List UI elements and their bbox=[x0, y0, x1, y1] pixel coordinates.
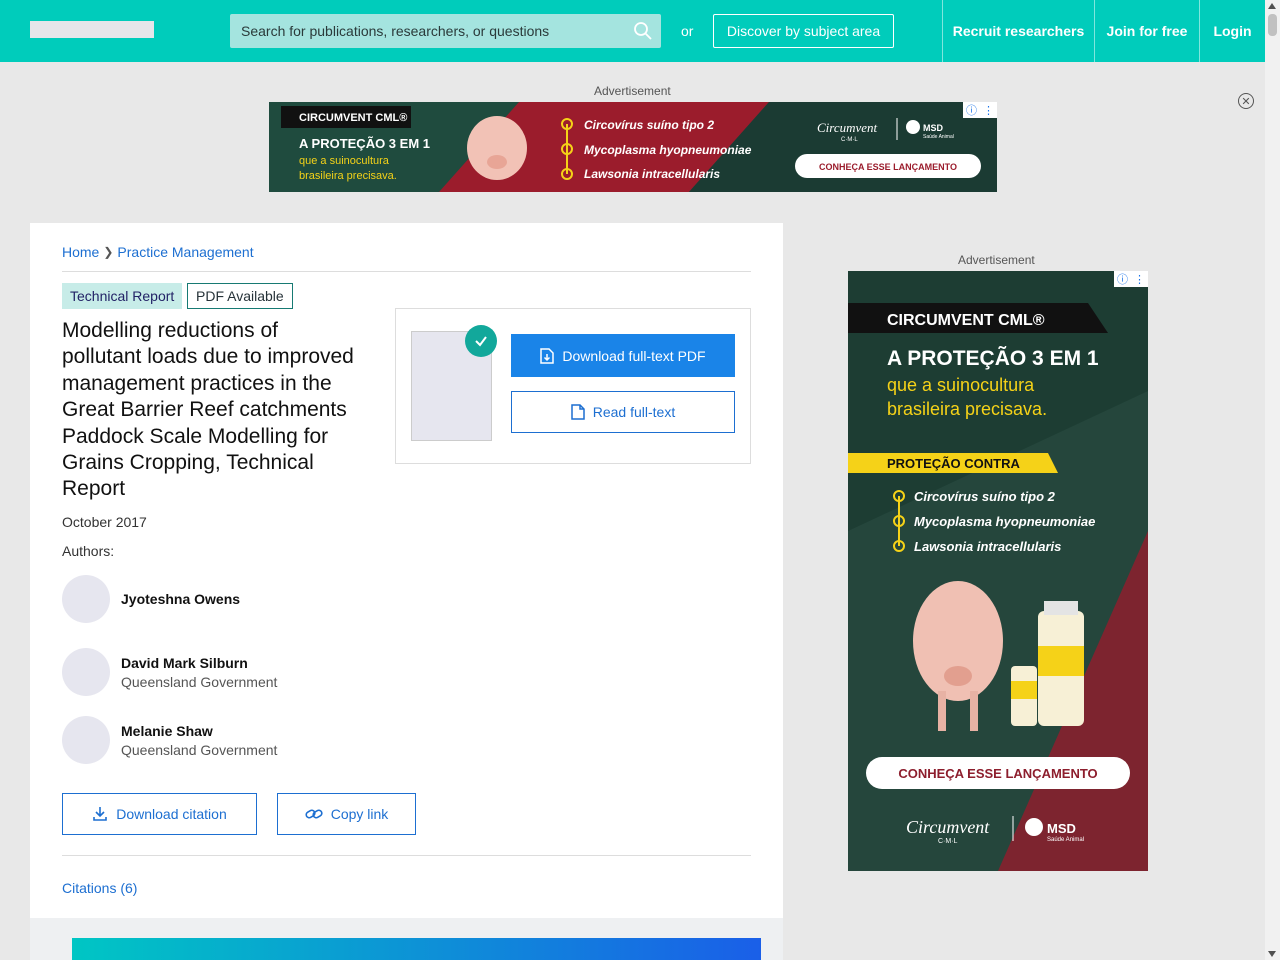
author-name[interactable]: Jyoteshna Owens bbox=[121, 591, 240, 607]
link-icon bbox=[305, 809, 323, 819]
top-ad-item-2: Mycoplasma hyopneumoniae bbox=[584, 143, 752, 157]
side-ad-headline: A PROTEÇÃO 3 EM 1 bbox=[887, 347, 1099, 370]
recruit-researchers-link[interactable]: Recruit researchers bbox=[942, 0, 1094, 62]
side-ad-info-icon[interactable]: ⓘ bbox=[1114, 271, 1131, 287]
promo-banner[interactable] bbox=[72, 938, 761, 960]
author-name[interactable]: David Mark Silburn bbox=[121, 655, 277, 671]
breadcrumb-section[interactable]: Practice Management bbox=[117, 244, 253, 260]
authors-label: Authors: bbox=[62, 543, 115, 559]
download-citation-label: Download citation bbox=[116, 806, 227, 822]
download-icon bbox=[93, 807, 108, 821]
scroll-down-arrow-icon[interactable] bbox=[1268, 951, 1276, 957]
citations-tab[interactable]: Citations (6) bbox=[62, 880, 137, 896]
top-ad-graphic: CIRCUMVENT CML® A PROTEÇÃO 3 EM 1 que a … bbox=[269, 102, 997, 192]
download-citation-button[interactable]: Download citation bbox=[62, 793, 257, 835]
avatar[interactable] bbox=[62, 716, 110, 764]
side-ad-protection: PROTEÇÃO CONTRA bbox=[887, 456, 1021, 471]
side-ad-graphic: CIRCUMVENT CML® A PROTEÇÃO 3 EM 1 que a … bbox=[848, 271, 1148, 871]
avatar[interactable] bbox=[62, 648, 110, 696]
search-input[interactable] bbox=[230, 14, 630, 48]
top-ad-subline2: brasileira precisava. bbox=[299, 170, 397, 182]
side-ad-maker: MSD bbox=[1047, 821, 1076, 836]
avatar[interactable] bbox=[62, 575, 110, 623]
chevron-right-icon: ❯ bbox=[103, 245, 114, 259]
author-affiliation[interactable]: Queensland Government bbox=[121, 742, 277, 758]
download-pdf-button[interactable]: Download full-text PDF bbox=[511, 334, 735, 377]
author-item[interactable]: Jyoteshna Owens bbox=[62, 575, 240, 623]
side-ad-menu-icon[interactable]: ⋮ bbox=[1131, 271, 1148, 287]
search-icon[interactable] bbox=[633, 21, 653, 41]
pdf-available-tag: PDF Available bbox=[187, 283, 293, 309]
side-ad-product: Circumvent bbox=[906, 817, 990, 837]
logo[interactable] bbox=[30, 21, 154, 38]
ad-info-icon[interactable]: ⓘ bbox=[963, 102, 980, 118]
top-ad-headline: A PROTEÇÃO 3 EM 1 bbox=[299, 136, 430, 151]
side-ad-maker-sub: Saúde Animal bbox=[1047, 837, 1084, 843]
divider bbox=[62, 855, 751, 856]
document-icon bbox=[571, 404, 585, 420]
side-ad-product-sub: C·M·L bbox=[938, 838, 958, 845]
ad-label-top: Advertisement bbox=[594, 84, 671, 98]
page-scrollbar[interactable] bbox=[1265, 0, 1280, 960]
read-fulltext-button[interactable]: Read full-text bbox=[511, 391, 735, 433]
author-name[interactable]: Melanie Shaw bbox=[121, 723, 277, 739]
discover-subject-button[interactable]: Discover by subject area bbox=[713, 14, 894, 48]
page-title: Modelling reductions of pollutant loads … bbox=[62, 319, 354, 501]
top-ad-subline1: que a suinocultura bbox=[299, 155, 390, 167]
copy-link-button[interactable]: Copy link bbox=[277, 793, 416, 835]
scroll-up-arrow-icon[interactable] bbox=[1268, 3, 1276, 9]
top-ad-cta: CONHEÇA ESSE LANÇAMENTO bbox=[819, 162, 957, 172]
author-affiliation[interactable]: Queensland Government bbox=[121, 674, 277, 690]
login-link[interactable]: Login bbox=[1199, 0, 1265, 62]
side-advertisement[interactable]: CIRCUMVENT CML® A PROTEÇÃO 3 EM 1 que a … bbox=[848, 271, 1148, 871]
type-tag: Technical Report bbox=[62, 283, 183, 309]
top-ad-brand: CIRCUMVENT CML® bbox=[299, 112, 407, 124]
ad-info-top[interactable]: ⓘ ⋮ bbox=[963, 102, 997, 118]
author-item[interactable]: Melanie Shaw Queensland Government bbox=[62, 716, 277, 764]
top-ad-item-1: Circovírus suíno tipo 2 bbox=[584, 118, 714, 132]
side-ad-brand: CIRCUMVENT CML® bbox=[887, 312, 1045, 329]
side-ad-subline2: brasileira precisava. bbox=[887, 399, 1047, 419]
side-ad-item-3: Lawsonia intracellularis bbox=[914, 539, 1061, 554]
download-pdf-label: Download full-text PDF bbox=[562, 347, 706, 364]
fulltext-box: Download full-text PDF Read full-text bbox=[395, 308, 751, 464]
top-advertisement[interactable]: CIRCUMVENT CML® A PROTEÇÃO 3 EM 1 que a … bbox=[269, 102, 997, 192]
top-ad-product: Circumvent bbox=[817, 120, 878, 135]
scroll-thumb[interactable] bbox=[1268, 14, 1277, 36]
or-text: or bbox=[681, 23, 694, 39]
check-icon bbox=[465, 325, 497, 357]
publication-date: October 2017 bbox=[62, 514, 147, 530]
side-ad-item-1: Circovírus suíno tipo 2 bbox=[914, 489, 1056, 504]
ad-label-side: Advertisement bbox=[958, 253, 1035, 267]
top-ad-product-sub: C·M·L bbox=[841, 137, 858, 143]
top-ad-maker: MSD bbox=[923, 123, 944, 133]
side-msd-logo-icon bbox=[1025, 818, 1043, 836]
breadcrumb: Home ❯ Practice Management bbox=[62, 244, 254, 260]
divider bbox=[62, 271, 751, 272]
card-footer-area bbox=[30, 918, 783, 960]
close-ad-icon[interactable]: ✕ bbox=[1238, 93, 1254, 109]
side-ad-subline1: que a suinocultura bbox=[887, 375, 1035, 395]
msd-logo-icon bbox=[906, 120, 920, 134]
top-header: or Discover by subject area Recruit rese… bbox=[0, 0, 1265, 62]
side-ad-item-2: Mycoplasma hyopneumoniae bbox=[914, 514, 1095, 529]
read-fulltext-label: Read full-text bbox=[592, 404, 676, 420]
top-ad-maker-sub: Saúde Animal bbox=[923, 134, 954, 140]
author-item[interactable]: David Mark Silburn Queensland Government bbox=[62, 648, 277, 696]
ad-info-side[interactable]: ⓘ ⋮ bbox=[1114, 271, 1148, 287]
side-ad-cta: CONHEÇA ESSE LANÇAMENTO bbox=[898, 766, 1097, 781]
pdf-download-icon bbox=[540, 347, 555, 364]
top-ad-item-3: Lawsonia intracellularis bbox=[584, 167, 720, 181]
search-box bbox=[230, 14, 661, 48]
copy-link-label: Copy link bbox=[330, 806, 389, 822]
publication-card: Home ❯ Practice Management Technical Rep… bbox=[30, 223, 783, 960]
join-for-free-link[interactable]: Join for free bbox=[1094, 0, 1199, 62]
ad-menu-icon[interactable]: ⋮ bbox=[980, 102, 997, 118]
breadcrumb-home[interactable]: Home bbox=[62, 244, 99, 260]
pig-image bbox=[467, 116, 527, 180]
